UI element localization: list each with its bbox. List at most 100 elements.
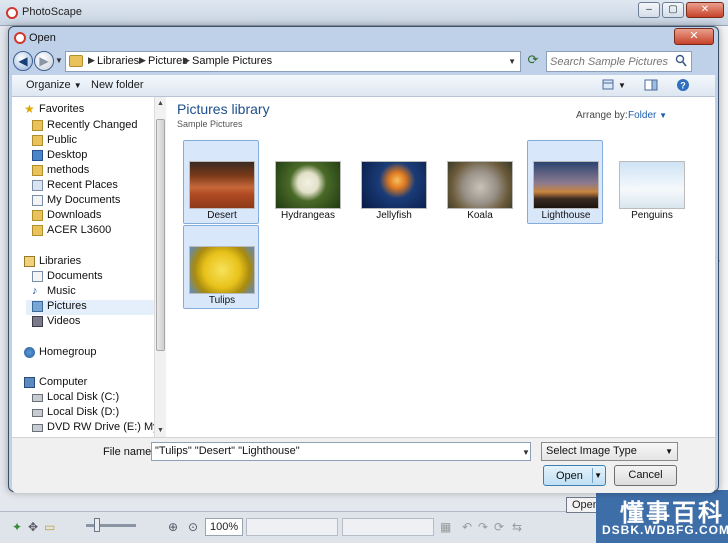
file-type-select[interactable]: Select Image Type ▼ (541, 442, 678, 461)
recent-locations-dropdown-icon[interactable]: ▼ (55, 56, 63, 65)
arrange-by-value: Folder (628, 110, 657, 121)
nav-item-desktop[interactable]: Desktop (32, 149, 150, 164)
status-field (246, 518, 338, 536)
nav-item-videos[interactable]: Videos (32, 315, 150, 330)
zoom-fit-icon[interactable]: ⊕ (168, 520, 178, 534)
arrange-by-dropdown[interactable]: Folder ▼ (628, 110, 667, 121)
nav-item-public[interactable]: Public (32, 134, 150, 149)
star-icon[interactable]: ✦ (12, 520, 22, 534)
nav-item-recently-changed[interactable]: Recently Changed (32, 119, 150, 134)
desktop-icon (32, 150, 43, 161)
chevron-down-icon[interactable]: ▼ (508, 57, 516, 66)
redo-icon[interactable]: ↷ (478, 520, 488, 534)
chevron-down-icon: ▼ (659, 111, 668, 120)
open-button-label: Open (556, 470, 583, 482)
breadcrumb-pictures[interactable]: Pictures (148, 55, 188, 67)
nav-item-my-documents[interactable]: My Documents (32, 194, 150, 209)
file-name-input[interactable]: "Tulips" "Desert" "Lighthouse" (151, 442, 531, 461)
nav-item-methods[interactable]: methods (32, 164, 150, 179)
nav-libraries-header[interactable]: Libraries (24, 255, 150, 270)
nav-computer-header[interactable]: Computer (24, 376, 150, 391)
file-item-desert[interactable]: Desert (183, 140, 259, 224)
dialog-titlebar: Open ✕ (9, 27, 718, 49)
nav-item-downloads[interactable]: Downloads (32, 209, 150, 224)
file-name-label: Koala (467, 210, 493, 221)
file-item-hydrangeas[interactable]: Hydrangeas (269, 140, 345, 224)
breadcrumb-libraries[interactable]: Libraries (97, 55, 139, 67)
scroll-up-icon[interactable]: ▲ (157, 100, 164, 107)
nav-item-local-disk-d[interactable]: Local Disk (D:) (32, 406, 150, 421)
music-icon: ♪ (32, 285, 38, 297)
picture-icon (32, 301, 43, 312)
chevron-right-icon[interactable]: ▶ (88, 55, 95, 66)
nav-homegroup[interactable]: Homegroup (24, 346, 150, 361)
chevron-down-icon[interactable]: ▼ (594, 471, 602, 480)
nav-item-dvd-drive[interactable]: DVD RW Drive (E:) My Disc (32, 421, 154, 436)
file-name-label: File name: (103, 446, 155, 458)
back-arrow-icon[interactable]: ◀ (13, 51, 33, 71)
undo-icon[interactable]: ↶ (462, 520, 472, 534)
close-button[interactable]: ✕ (686, 2, 724, 18)
flip-icon[interactable]: ⇆ (512, 520, 522, 534)
zoom-slider-thumb[interactable] (94, 518, 100, 532)
nav-item-acer-l3600[interactable]: ACER L3600 (32, 224, 150, 239)
search-box[interactable] (546, 51, 692, 72)
file-name-label: Jellyfish (376, 210, 412, 221)
zoom-icon[interactable]: ⊙ (188, 520, 198, 534)
new-folder-button[interactable]: New folder (91, 79, 144, 91)
photoscape-app-icon (6, 7, 18, 19)
chevron-down-icon[interactable]: ▼ (618, 81, 626, 90)
preview-pane-icon[interactable] (644, 79, 658, 91)
scrollbar-thumb[interactable] (156, 119, 165, 351)
organize-button[interactable]: Organize ▼ (26, 79, 82, 91)
forward-arrow-icon[interactable]: ▶ (34, 51, 54, 71)
address-bar[interactable]: ▶ Libraries ▶ Pictures ▶ Sample Pictures… (65, 51, 521, 72)
video-icon (32, 316, 43, 327)
cancel-button[interactable]: Cancel (614, 465, 677, 486)
chevron-right-icon[interactable]: ▶ (139, 55, 146, 66)
file-item-lighthouse[interactable]: Lighthouse (527, 140, 603, 224)
file-item-koala[interactable]: Koala (441, 140, 517, 224)
minimize-button[interactable]: – (638, 2, 660, 18)
file-item-tulips[interactable]: Tulips (183, 225, 259, 309)
refresh-icon[interactable]: ⟳ (494, 520, 504, 534)
dialog-title: Open (29, 32, 56, 44)
svg-text:?: ? (680, 81, 686, 91)
scroll-down-icon[interactable]: ▼ (157, 427, 164, 434)
chevron-down-icon[interactable]: ▼ (522, 448, 530, 457)
maximize-button[interactable]: ▢ (662, 2, 684, 18)
chevron-down-icon: ▼ (665, 447, 673, 456)
zoom-value[interactable]: 100% (205, 518, 243, 536)
nav-item-pictures[interactable]: Pictures (26, 300, 154, 315)
folder-icon[interactable]: ▭ (44, 520, 55, 534)
file-name-label: Desert (207, 210, 237, 221)
search-input[interactable] (550, 54, 668, 69)
view-options-icon[interactable] (602, 79, 616, 91)
navigation-scrollbar[interactable]: ▲ ▼ (154, 97, 166, 437)
breadcrumb-sample-pictures[interactable]: Sample Pictures (192, 55, 272, 67)
nav-item-music[interactable]: ♪ Music (32, 285, 150, 300)
file-name-label: Lighthouse (541, 210, 591, 221)
nav-item-documents[interactable]: Documents (32, 270, 150, 285)
nav-item-local-disk-c[interactable]: Local Disk (C:) (32, 391, 150, 406)
chevron-right-icon[interactable]: ▶ (183, 55, 190, 66)
file-name-label: Tulips (208, 295, 236, 306)
search-icon[interactable] (675, 54, 687, 68)
folder-icon (32, 135, 43, 146)
address-row: ◀ ▶ ▼ ▶ Libraries ▶ Pictures ▶ Sample Pi… (9, 49, 718, 75)
grid-icon[interactable]: ▦ (440, 520, 451, 534)
open-button[interactable]: Open ▼ (543, 465, 606, 486)
folder-icon (32, 225, 43, 236)
file-item-penguins[interactable]: Penguins (613, 140, 689, 224)
dialog-close-button[interactable]: ✕ (674, 28, 714, 45)
thumbnail-desert (189, 161, 255, 209)
help-icon[interactable]: ? (676, 78, 690, 92)
folder-icon (69, 55, 83, 67)
refresh-icon[interactable]: ⟳ (523, 52, 543, 72)
nav-favorites-header[interactable]: ★ Favorites (24, 102, 150, 118)
nav-item-recent-places[interactable]: Recent Places (32, 179, 150, 194)
file-item-jellyfish[interactable]: Jellyfish (355, 140, 431, 224)
library-subtitle: Sample Pictures (177, 119, 243, 129)
star-icon: ★ (24, 102, 35, 116)
rotate-icon[interactable]: ✥ (28, 520, 38, 534)
